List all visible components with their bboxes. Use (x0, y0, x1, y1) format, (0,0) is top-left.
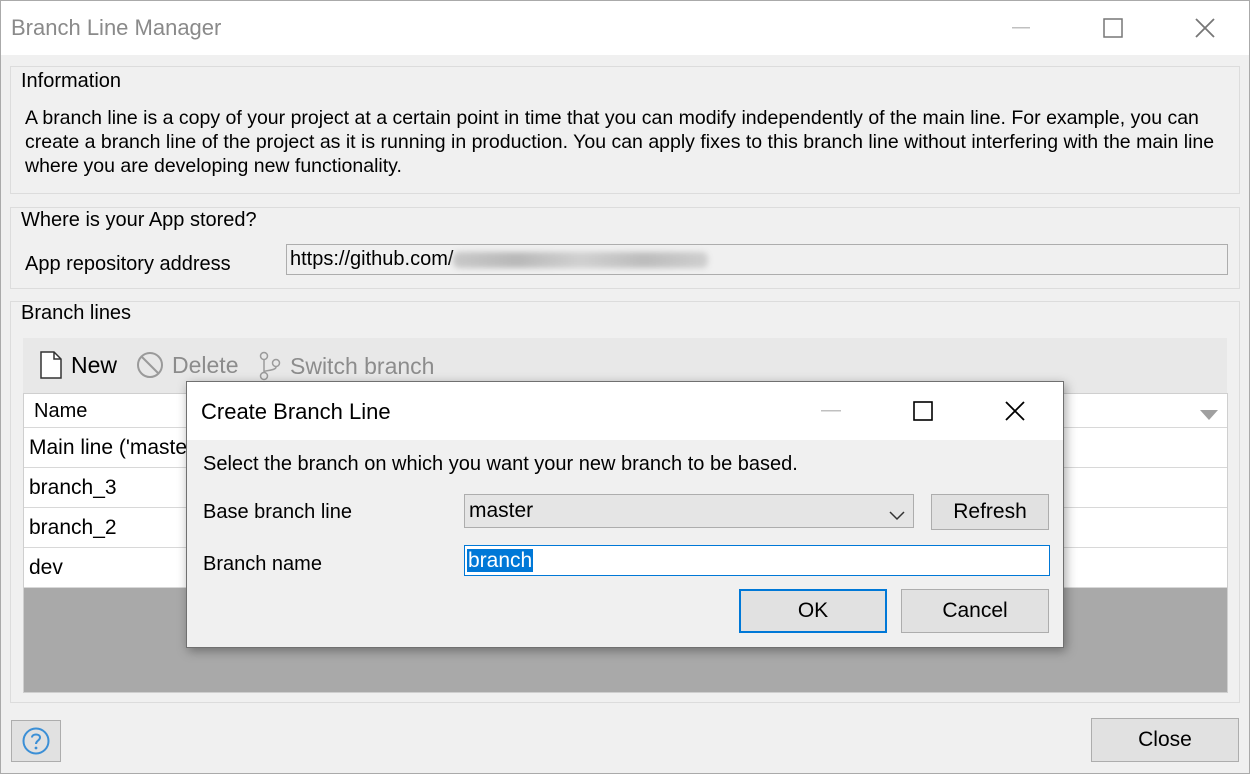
base-branch-label: Base branch line (203, 501, 352, 523)
redacted-repo-path (453, 251, 709, 268)
new-branch-label: New (71, 351, 118, 378)
close-button[interactable]: Close (1091, 718, 1239, 762)
branch-name-cell: branch_3 (29, 476, 117, 499)
branch-icon (258, 351, 282, 381)
window-titlebar: Branch Line Manager (1, 1, 1249, 55)
sort-down-icon[interactable] (1199, 404, 1219, 427)
close-icon (1005, 401, 1025, 421)
cancel-button[interactable]: Cancel (901, 589, 1049, 633)
new-branch-button[interactable]: New (39, 351, 117, 379)
ok-button[interactable]: OK (739, 589, 887, 633)
dialog-close-button[interactable] (969, 382, 1061, 440)
new-document-icon (39, 351, 63, 379)
branch-name-value: branch (467, 549, 534, 572)
window-close-button[interactable] (1159, 1, 1250, 55)
branch-lines-heading: Branch lines (21, 302, 132, 324)
delete-branch-button[interactable]: Delete (136, 351, 238, 379)
help-button[interactable] (11, 720, 61, 762)
base-branch-select[interactable]: master (464, 494, 914, 528)
dialog-maximize-button[interactable] (877, 382, 969, 440)
branch-line-manager-window: Branch Line Manager Information A branch… (0, 0, 1250, 774)
help-icon (22, 727, 50, 755)
maximize-button[interactable] (1067, 1, 1159, 55)
minimize-button[interactable] (975, 1, 1067, 55)
dialog-title: Create Branch Line (201, 399, 391, 424)
dialog-prompt: Select the branch on which you want your… (203, 453, 798, 475)
maximize-icon (913, 401, 933, 421)
switch-branch-button[interactable]: Switch branch (258, 351, 434, 381)
repo-address-value: https://github.com/ (290, 248, 454, 270)
close-icon (1195, 18, 1215, 38)
minimize-icon (821, 410, 841, 412)
branch-name-input[interactable]: branch (464, 545, 1050, 576)
window-title: Branch Line Manager (11, 15, 222, 40)
base-branch-value: master (469, 499, 534, 522)
chevron-down-icon (889, 504, 905, 527)
refresh-button[interactable]: Refresh (931, 494, 1049, 530)
branch-name-label: Branch name (203, 553, 322, 575)
repo-address-field[interactable]: https://github.com/ (286, 244, 1228, 275)
storage-heading: Where is your App stored? (21, 209, 257, 231)
minimize-icon (1012, 27, 1030, 29)
dialog-minimize-button[interactable] (785, 382, 877, 440)
name-column-header[interactable]: Name (34, 400, 87, 423)
branch-name-cell: dev (29, 556, 63, 579)
information-heading: Information (21, 70, 122, 92)
repo-address-label: App repository address (25, 253, 231, 275)
delete-icon (136, 351, 164, 379)
branch-name-cell: branch_2 (29, 516, 117, 539)
branch-name-cell: Main line ('maste (29, 436, 188, 459)
dialog-titlebar: Create Branch Line (187, 382, 1063, 440)
information-text: A branch line is a copy of your project … (25, 107, 1215, 177)
switch-branch-label: Switch branch (290, 352, 435, 379)
delete-branch-label: Delete (172, 351, 239, 378)
create-branch-dialog: Create Branch Line Select the branch on … (186, 381, 1064, 648)
maximize-icon (1103, 18, 1123, 38)
